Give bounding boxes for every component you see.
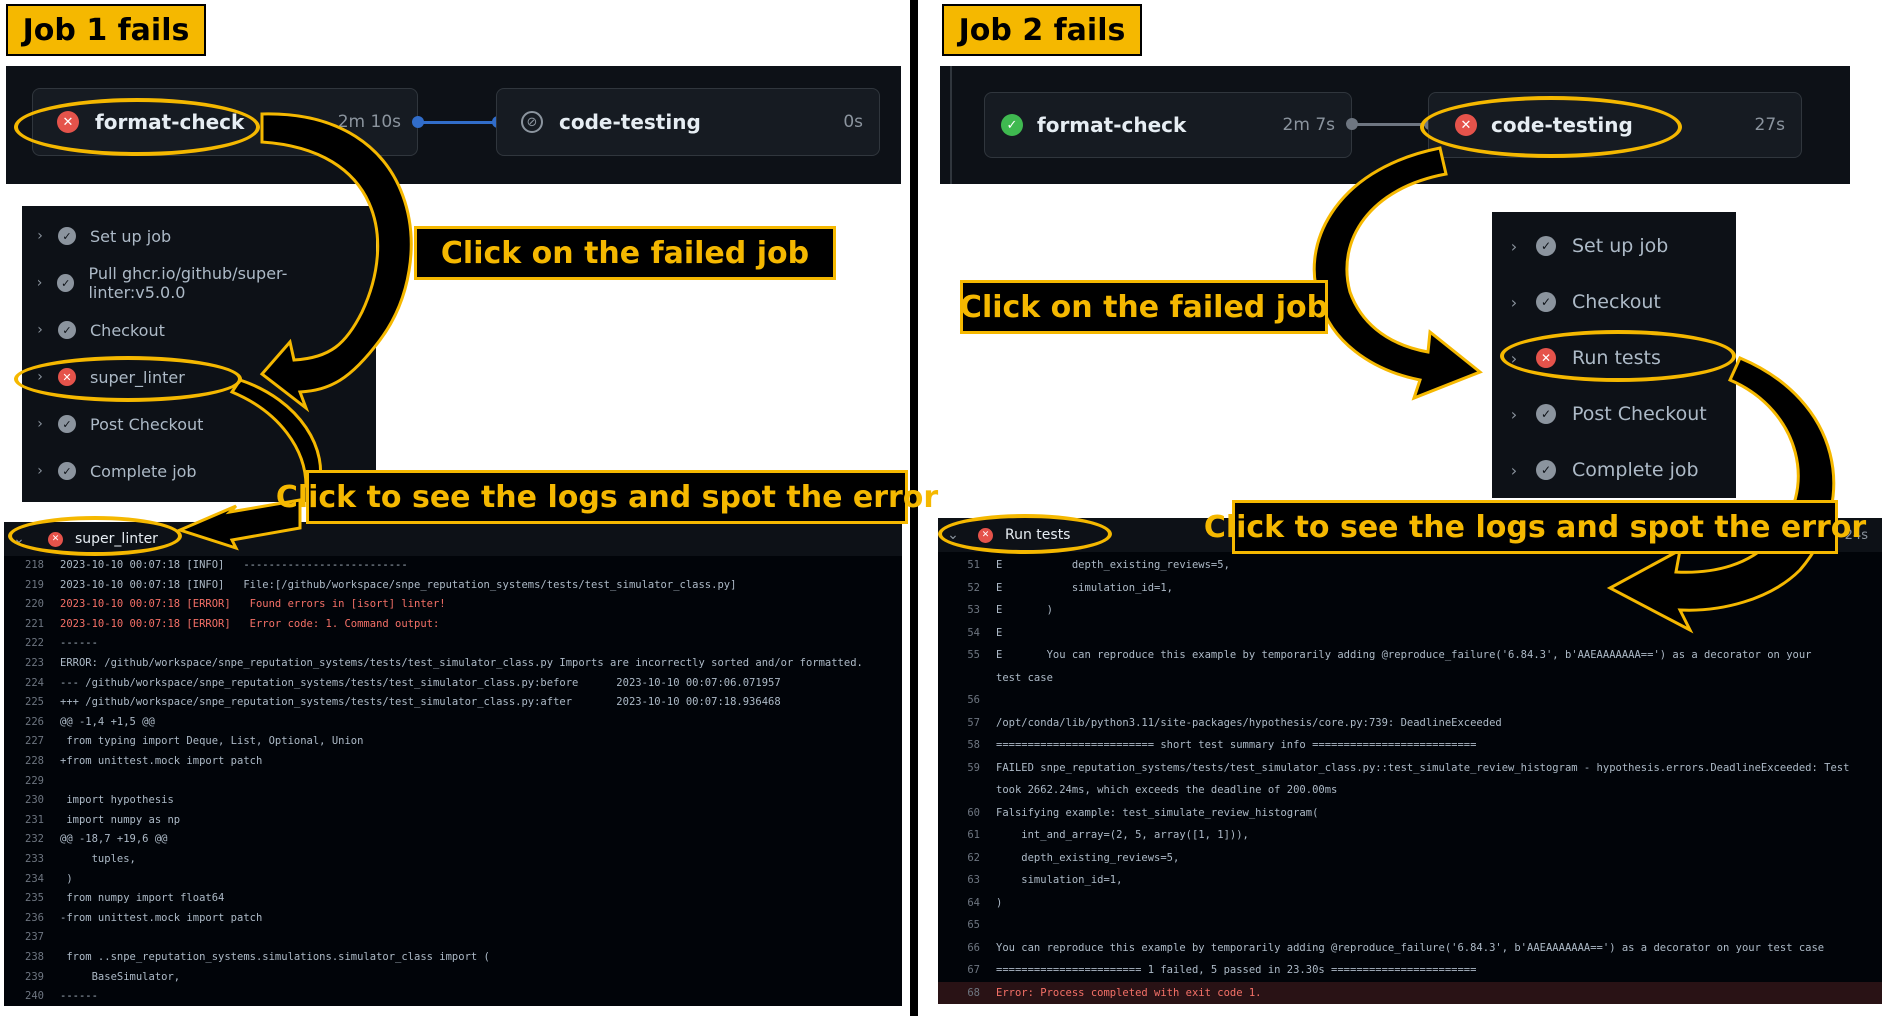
highlight-ring	[1420, 96, 1682, 158]
highlight-ring	[14, 356, 242, 402]
highlight-ring	[8, 516, 182, 556]
callout-click-logs: Click to see the logs and spot the error	[1204, 500, 1866, 554]
arrow-right-job-to-step	[1312, 146, 1483, 401]
arrow-right-step-to-logs	[1606, 356, 1836, 634]
highlight-ring	[14, 98, 260, 156]
arrow-left-job-to-step	[259, 112, 413, 413]
highlight-ring	[938, 514, 1112, 554]
callout-click-failed-job: Click on the failed job	[414, 226, 836, 280]
arrow-left-step-to-logs	[175, 378, 323, 551]
callout-click-failed-job: Click on the failed job	[960, 280, 1328, 334]
highlight-ring	[1500, 330, 1736, 382]
callout-click-logs: Click to see the logs and spot the error	[276, 470, 938, 524]
